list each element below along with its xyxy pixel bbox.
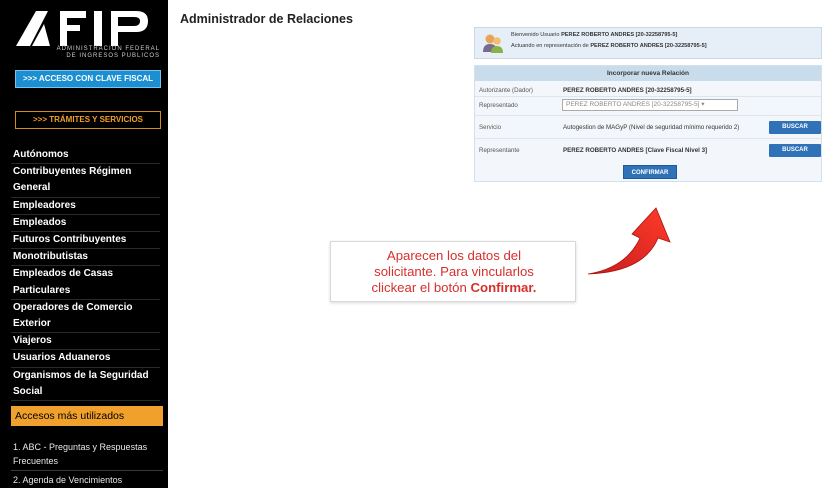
sidebar-item-label: Futuros Contribuyentes	[13, 234, 127, 246]
page-title: Administrador de Relaciones	[180, 12, 353, 26]
welcome-box: Bienvenido Usuario PEREZ ROBERTO ANDRES …	[474, 27, 822, 59]
clave-fiscal-button[interactable]: >>> ACCESO CON CLAVE FISCAL	[15, 70, 161, 88]
representation-name: PEREZ ROBERTO ANDRES [20-32258795-5]	[590, 43, 707, 49]
buscar-representante-button[interactable]: BUSCAR	[769, 144, 821, 157]
sidebar-item-label: Social	[13, 385, 43, 397]
accesos-title: Accesos más utilizados	[11, 406, 163, 426]
divider	[475, 115, 821, 116]
sidebar-item-label: Operadores de Comercio	[13, 301, 133, 313]
sidebar-item-operadores-comercio-exterior[interactable]: Operadores de Comercio Exterior	[11, 300, 160, 334]
acceso-label: Frecuentes	[13, 456, 59, 466]
sidebar-item-viajeros[interactable]: Viajeros	[11, 333, 160, 351]
callout-line: solicitante. Para vincularlos	[374, 264, 534, 279]
sidebar-item-empleados[interactable]: Empleados	[11, 215, 160, 233]
welcome-prefix: Bienvenido Usuario	[511, 32, 562, 38]
representante-label: Representante	[479, 147, 520, 154]
chevron-down-icon: ▾	[701, 101, 705, 108]
sidebar-item-label: Particulares	[13, 284, 71, 296]
logo-subtitle-line2: DE INGRESOS PUBLICOS	[66, 53, 160, 59]
servicio-value: Autogestion de MAGyP (Nivel de seguridad…	[563, 124, 740, 131]
representado-select[interactable]: PEREZ ROBERTO ANDRES [20-32258795-5] ▾	[562, 99, 738, 111]
representation-prefix: Actuando en representación de	[511, 43, 591, 49]
acceso-label: 1. ABC - Preguntas y Respuestas	[13, 442, 148, 452]
afip-logo[interactable]	[14, 8, 162, 70]
sidebar-item-label: Empleados	[13, 216, 67, 228]
acceso-link-abc[interactable]: 1. ABC - Preguntas y Respuestas Frecuente…	[11, 438, 163, 471]
welcome-user-text: Bienvenido Usuario PEREZ ROBERTO ANDRES …	[511, 32, 677, 38]
logo-subtitle-line1: ADMINISTRACION FEDERAL	[56, 46, 160, 52]
acceso-link-agenda[interactable]: 2. Agenda de Vencimientos	[11, 471, 163, 488]
divider	[475, 96, 821, 97]
sidebar-item-empleadores[interactable]: Empleadores	[11, 198, 160, 215]
sidebar-nav: Autónomos Contribuyentes Régimen General …	[11, 147, 160, 402]
form-header: Incorporar nueva Relación	[475, 66, 821, 81]
accesos-list: 1. ABC - Preguntas y Respuestas Frecuente…	[11, 438, 163, 488]
callout-line: clickear el botón	[371, 280, 471, 295]
confirmar-button[interactable]: CONFIRMAR	[623, 165, 677, 179]
users-icon	[483, 34, 503, 53]
sidebar-item-autonomos[interactable]: Autónomos	[11, 147, 160, 165]
sidebar-item-label: Contribuyentes Régimen	[13, 166, 132, 178]
welcome-user-name: PEREZ ROBERTO ANDRES [20-32258795-5]	[561, 32, 678, 38]
sidebar-item-label: Usuarios Aduaneros	[13, 352, 111, 364]
sidebar-item-label: Empleadores	[13, 199, 76, 211]
logo-subtitle: ADMINISTRACION FEDERAL DE INGRESOS PUBLI…	[14, 46, 160, 60]
sidebar-item-label: Viajeros	[13, 335, 52, 347]
autorizante-value: PEREZ ROBERTO ANDRES [20-32258795-5]	[563, 87, 692, 94]
sidebar-item-label: Empleados de Casas	[13, 268, 114, 280]
instruction-callout: Aparecen los datos del solicitante. Para…	[330, 241, 576, 302]
sidebar-item-monotributistas[interactable]: Monotributistas	[11, 249, 160, 267]
sidebar-item-organismos-seguridad-social[interactable]: Organismos de la Seguridad Social	[11, 368, 160, 402]
sidebar-item-label: General	[13, 182, 51, 194]
callout-line: Aparecen los datos del	[386, 248, 522, 263]
representado-label: Representado	[479, 102, 518, 109]
sidebar: ADMINISTRACION FEDERAL DE INGRESOS PUBLI…	[0, 0, 168, 488]
callout-emphasis: Confirmar.	[470, 280, 537, 295]
sidebar-item-futuros-contribuyentes[interactable]: Futuros Contribuyentes	[11, 232, 160, 250]
acceso-label: 2. Agenda de Vencimientos	[13, 475, 123, 485]
sidebar-item-label: Autónomos	[13, 149, 69, 160]
callout-text: Aparecen los datos del solicitante. Para…	[331, 248, 577, 296]
autorizante-label: Autorizante (Dador)	[479, 87, 533, 94]
sidebar-item-contribuyentes-regimen-general[interactable]: Contribuyentes Régimen General	[11, 164, 160, 198]
new-relation-form: Incorporar nueva Relación Autorizante (D…	[474, 65, 822, 182]
sidebar-item-label: Exterior	[13, 318, 51, 330]
sidebar-item-label: Organismos de la Seguridad	[13, 369, 149, 381]
curved-arrow-icon	[587, 207, 671, 275]
sidebar-item-label: Monotributistas	[13, 251, 88, 263]
representado-selected-value: PEREZ ROBERTO ANDRES [20-32258795-5]	[566, 101, 700, 108]
servicio-label: Servicio	[479, 124, 502, 131]
sidebar-item-empleados-casas-particulares[interactable]: Empleados de Casas Particulares	[11, 266, 160, 300]
buscar-servicio-button[interactable]: BUSCAR	[769, 121, 821, 134]
sidebar-item-usuarios-aduaneros[interactable]: Usuarios Aduaneros	[11, 350, 160, 368]
tramites-servicios-button[interactable]: >>> TRÁMITES Y SERVICIOS	[15, 111, 161, 129]
representante-value: PEREZ ROBERTO ANDRES [Clave Fiscal Nivel…	[563, 147, 708, 154]
representation-text: Actuando en representación de PEREZ ROBE…	[511, 43, 707, 49]
divider	[475, 138, 821, 139]
